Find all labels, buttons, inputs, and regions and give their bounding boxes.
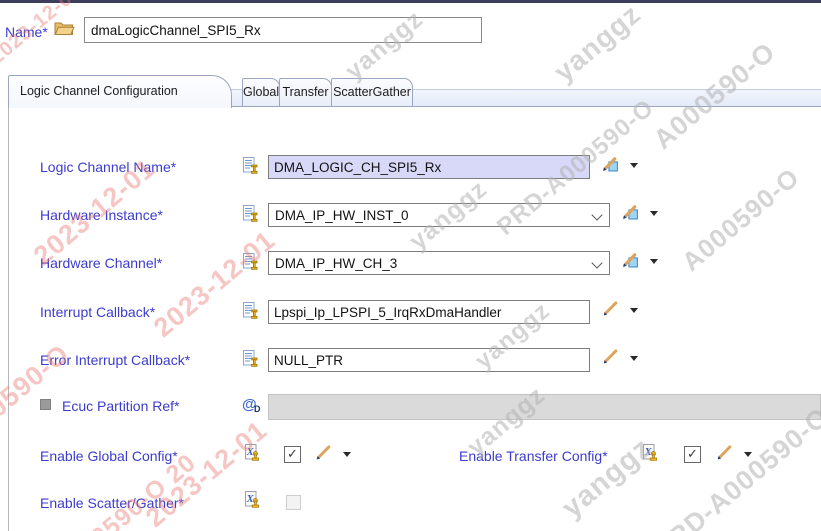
hardware-instance-label: Hardware Instance* <box>40 207 163 223</box>
name-input[interactable] <box>84 17 482 43</box>
dropdown-arrow-icon[interactable] <box>343 452 351 457</box>
dropdown-arrow-icon[interactable] <box>630 163 638 168</box>
edit-pencil-icon[interactable] <box>716 444 733 461</box>
enable-transfer-config-label: Enable Transfer Config* <box>459 448 608 464</box>
edit-pencil-icon[interactable] <box>602 348 619 365</box>
watermark: yanggz <box>548 0 647 88</box>
enable-scatter-gather-label: Enable Scatter/Gather* <box>40 495 184 511</box>
tab-scattergather[interactable]: ScatterGather <box>331 78 413 106</box>
checkbox-enable-global-config[interactable]: ✓ <box>284 446 301 463</box>
text-parameter-icon <box>243 205 258 223</box>
watermark: 2023-12-01 <box>140 414 273 531</box>
edit-value-icon[interactable] <box>602 155 619 172</box>
hardware-channel-label: Hardware Channel* <box>40 255 163 271</box>
edit-value-icon[interactable] <box>622 203 639 220</box>
text-parameter-icon <box>243 157 258 175</box>
folder-icon <box>54 20 75 36</box>
interrupt-callback-input[interactable] <box>268 300 590 324</box>
enable-global-config-label: Enable Global Config* <box>40 448 178 464</box>
dropdown-arrow-icon[interactable] <box>650 259 658 264</box>
text-parameter-icon <box>243 253 258 271</box>
error-interrupt-callback-input[interactable] <box>268 348 590 372</box>
tab-global[interactable]: Global <box>242 78 280 106</box>
tab-baseline <box>228 106 821 107</box>
checkbox-enable-scatter-gather <box>286 495 301 510</box>
hardware-channel-value: DMA_IP_HW_CH_3 <box>275 256 398 271</box>
dma-logic-channel-editor: Name* Logic Channel Configuration Global… <box>0 0 821 531</box>
boolean-parameter-icon: X <box>643 444 658 462</box>
hardware-instance-value: DMA_IP_HW_INST_0 <box>275 208 409 223</box>
ecuc-partition-ref-field <box>268 394 821 420</box>
ecuc-partition-ref-label: Ecuc Partition Ref* <box>62 398 180 414</box>
interrupt-callback-label: Interrupt Callback* <box>40 304 156 320</box>
combo-chevron-icon <box>591 257 603 269</box>
boolean-parameter-icon: X <box>245 444 260 462</box>
dropdown-arrow-icon[interactable] <box>630 308 638 313</box>
hardware-instance-combobox[interactable]: DMA_IP_HW_INST_0 <box>268 203 610 227</box>
tab-transfer[interactable]: Transfer <box>279 78 332 106</box>
hardware-channel-combobox[interactable]: DMA_IP_HW_CH_3 <box>268 251 610 275</box>
logic-channel-name-input[interactable] <box>268 155 590 179</box>
top-divider <box>0 0 821 3</box>
watermark: PRD-A000590-O <box>648 401 821 531</box>
combo-chevron-icon <box>591 209 603 221</box>
tab-logic-channel-configuration[interactable]: Logic Channel Configuration <box>8 75 232 108</box>
panel-border <box>8 106 9 531</box>
watermark: 2023-12-01 <box>148 224 281 343</box>
edit-pencil-icon[interactable] <box>315 444 332 461</box>
partition-ref-marker-icon <box>40 399 51 410</box>
text-parameter-icon <box>243 302 258 320</box>
name-label: Name* <box>5 24 48 40</box>
text-parameter-icon <box>243 350 258 368</box>
logic-channel-name-label: Logic Channel Name* <box>40 159 177 175</box>
edit-value-icon[interactable] <box>622 251 639 268</box>
boolean-parameter-icon: X <box>245 491 260 509</box>
dropdown-arrow-icon[interactable] <box>650 211 658 216</box>
reference-icon[interactable]: @ D <box>242 396 262 414</box>
dropdown-arrow-icon[interactable] <box>630 356 638 361</box>
edit-pencil-icon[interactable] <box>602 300 619 317</box>
checkbox-enable-transfer-config[interactable]: ✓ <box>684 446 701 463</box>
watermark: A000590-O <box>676 161 806 277</box>
dropdown-arrow-icon[interactable] <box>744 452 752 457</box>
error-interrupt-callback-label: Error Interrupt Callback* <box>40 352 191 368</box>
